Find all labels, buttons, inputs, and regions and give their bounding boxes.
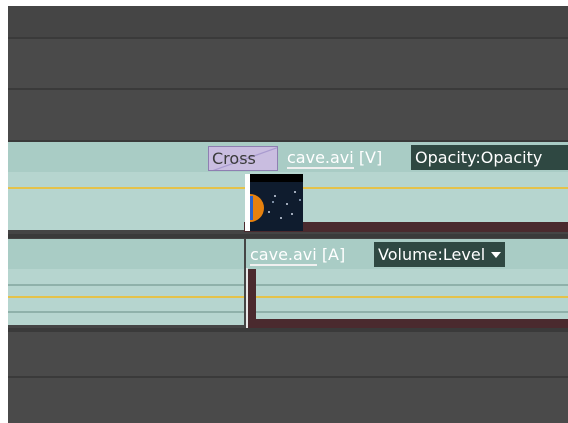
volume-param-select[interactable]: Volume:Level: [374, 242, 506, 267]
transition-label: Cross: [212, 149, 256, 168]
empty-audio-track-2[interactable]: [8, 332, 568, 376]
audio-clip-name: cave.avi: [250, 245, 317, 266]
volume-keyframe-line[interactable]: [256, 296, 568, 298]
audio-clip-bottom-band: [246, 319, 568, 328]
video-clip-label[interactable]: cave.avi [V]: [287, 145, 382, 170]
audio-clip-edge-handle[interactable]: [246, 268, 248, 328]
thumbnail-white-edge: [245, 174, 250, 231]
audio-clip-previous-header[interactable]: [8, 239, 244, 269]
audio-channel-line: [256, 311, 568, 313]
audio-channel-line: [8, 284, 244, 286]
empty-video-track-2[interactable]: [8, 90, 568, 140]
audio-clip-label[interactable]: cave.avi [A]: [250, 242, 345, 267]
timeline-header-strip: [8, 6, 568, 37]
video-clip-type: [V]: [358, 148, 383, 167]
opacity-param-select[interactable]: Opacity:Opacity: [411, 145, 568, 170]
video-thumbnail: [245, 174, 303, 231]
thumbnail-top-bar: [245, 174, 303, 182]
timeline-panel: Cross cave.avi [V] Opacity:Opacity cave.…: [8, 6, 568, 423]
opacity-keyframe-line[interactable]: [8, 187, 244, 189]
audio-clip-type: [A]: [321, 245, 346, 264]
audio-clip-left-band: [248, 269, 256, 328]
video-clip-previous-body[interactable]: [8, 172, 244, 230]
audio-channel-line: [256, 284, 568, 286]
cross-dissolve-transition[interactable]: Cross: [208, 146, 278, 171]
dropdown-caret-icon[interactable]: [491, 251, 502, 258]
empty-video-track-3[interactable]: [8, 39, 568, 88]
empty-audio-track-3[interactable]: [8, 378, 568, 423]
audio-channel-line: [8, 311, 244, 313]
volume-keyframe-line[interactable]: [8, 296, 244, 298]
opacity-param-label: Opacity:Opacity: [415, 148, 543, 167]
video-clip-name: cave.avi: [287, 148, 354, 169]
volume-param-label: Volume:Level: [378, 245, 486, 264]
